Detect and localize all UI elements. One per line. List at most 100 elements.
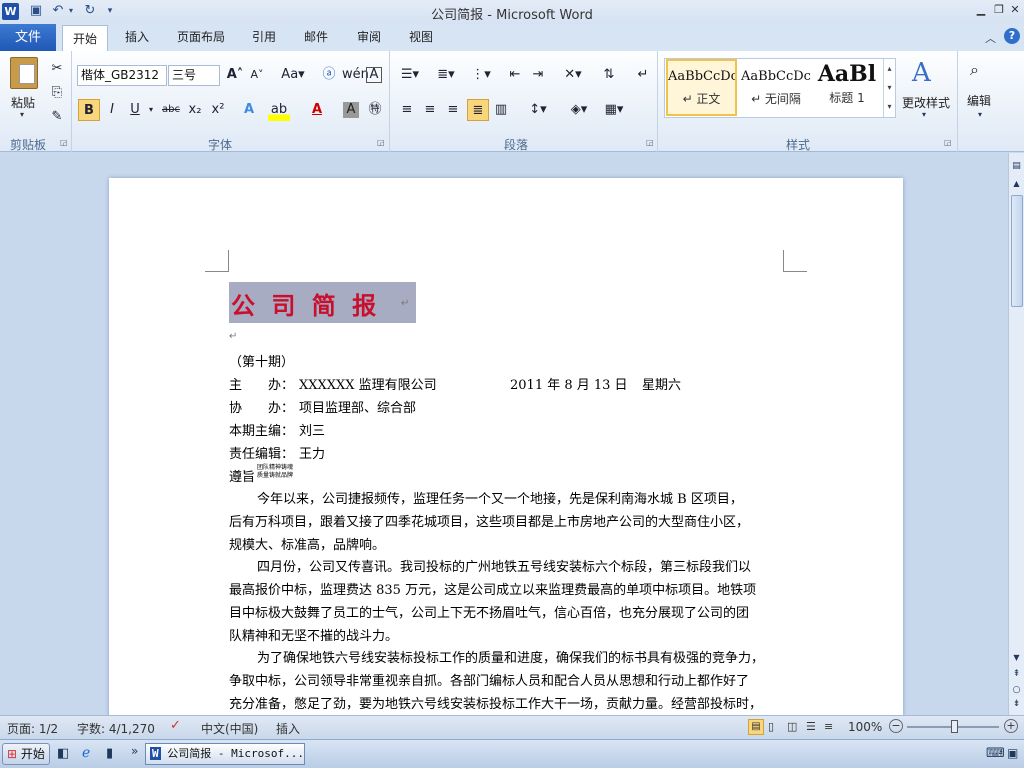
bold-button[interactable]: B (78, 99, 100, 121)
tab-page-layout[interactable]: 页面布局 (169, 24, 233, 51)
justify-icon[interactable]: ≣ (467, 99, 489, 121)
scroll-down-icon[interactable]: ▼ (1011, 653, 1022, 662)
clipboard-launcher-icon[interactable]: ◲ (60, 138, 68, 147)
resp-label[interactable]: 责任编辑： (229, 443, 294, 462)
web-layout-icon[interactable]: ◫ (787, 720, 797, 733)
scroll-up-icon[interactable]: ▲ (1011, 179, 1022, 188)
para2-line3[interactable]: 目中标极大鼓舞了员工的士气，公司上下无不扬眉吐气，信心百倍，也充分展现了公司的团 (229, 602, 749, 621)
align-center-icon[interactable]: ≡ (419, 99, 441, 121)
char-shading-icon[interactable]: A (343, 102, 359, 118)
browse-object-icon[interactable]: ○ (1011, 685, 1022, 695)
tab-mailings[interactable]: 邮件 (295, 24, 337, 51)
print-layout-icon[interactable]: ▤ (748, 719, 764, 735)
para3-line3[interactable]: 充分准备，憋足了劲，要为地铁六号线安装标投标工作大干一场，贡献力量。经营部投标时… (229, 693, 762, 712)
chinese-layout-icon[interactable]: ✕▾ (559, 64, 587, 86)
zoom-in-icon[interactable]: + (1004, 719, 1018, 733)
sort-icon[interactable]: ⇅ (598, 64, 620, 86)
clear-format-icon[interactable]: ⓐ (318, 64, 340, 86)
co-value[interactable]: 项目监理部、综合部 (299, 397, 416, 416)
tab-file[interactable]: 文件 (0, 24, 56, 51)
close-icon[interactable]: ✕ (1006, 2, 1024, 18)
paste-dropdown-icon[interactable]: ▾ (20, 110, 24, 119)
tab-home[interactable]: 开始 (62, 25, 108, 51)
paste-icon[interactable] (10, 57, 38, 89)
char-border-icon[interactable]: A (366, 67, 382, 83)
page-indicator[interactable]: 页面: 1/2 (7, 720, 58, 737)
issue-weekday[interactable]: 星期六 (642, 374, 681, 393)
motto-label[interactable]: 遵旨 (229, 466, 255, 485)
minimize-icon[interactable]: ▁ (972, 2, 990, 18)
editing-dropdown-icon[interactable]: ▾ (978, 110, 982, 119)
prev-page-icon[interactable]: ⇞ (1011, 669, 1022, 679)
insert-mode[interactable]: 插入 (276, 720, 300, 737)
para1-line1[interactable]: 今年以来，公司捷报频传，监理任务一个又一个地接，先是保利南海水城 B 区项目， (257, 488, 743, 507)
borders-icon[interactable]: ▦▾ (600, 99, 628, 121)
zoom-out-icon[interactable]: − (889, 719, 903, 733)
bullets-icon[interactable]: ☰▾ (396, 64, 424, 86)
host-label[interactable]: 主 办： (229, 374, 294, 393)
paste-button[interactable]: 粘贴 (11, 94, 35, 111)
change-styles-button[interactable]: 更改样式 (902, 94, 950, 111)
format-painter-icon[interactable]: ✎ (46, 106, 68, 128)
para3-line2[interactable]: 争取中标，公司领导非常重视亲自抓。各部门编标人员和配合人员从思想和行动上都作好了 (229, 670, 749, 689)
editor-label[interactable]: 本期主编： (229, 420, 294, 439)
font-color-icon[interactable]: A (306, 99, 328, 121)
increase-indent-icon[interactable]: ⇥ (527, 64, 549, 86)
highlight-icon[interactable]: ab (268, 99, 290, 121)
change-styles-dropdown-icon[interactable]: ▾ (922, 110, 926, 119)
copy-icon[interactable]: ⎘ (46, 82, 68, 104)
line-spacing-icon[interactable]: ↕▾ (524, 99, 552, 121)
font-launcher-icon[interactable]: ◲ (377, 138, 385, 147)
multilevel-list-icon[interactable]: ⋮▾ (467, 64, 495, 86)
cut-icon[interactable]: ✂ (46, 58, 68, 80)
para2-line4[interactable]: 队精神和无坚不摧的战斗力。 (229, 625, 398, 644)
keyboard-icon[interactable]: ⌨ (986, 746, 1005, 761)
distributed-icon[interactable]: ▥ (490, 99, 512, 121)
style-heading1[interactable]: AaBl 标题 1 (814, 59, 880, 116)
scroll-thumb[interactable] (1011, 195, 1023, 307)
doc-heading[interactable]: 公 司 简 报 (231, 286, 380, 321)
zoom-level[interactable]: 100% (848, 720, 882, 734)
zoom-slider-thumb[interactable] (951, 720, 958, 733)
reading-view-icon[interactable]: ▯ (768, 720, 774, 733)
superscript-button[interactable]: x² (207, 99, 229, 121)
styles-scroll[interactable]: ▴ ▾ ▾ (883, 59, 895, 117)
word-count[interactable]: 字数: 4/1,270 (77, 720, 155, 737)
document-page[interactable]: 公 司 简 报 ↵ ↵ （第十期） 主 办： XXXXXX 监理有限公司 201… (109, 178, 903, 718)
para2-line2[interactable]: 最高报价中标，监理费达 835 万元，这是公司成立以来监理费最高的单项中标项目。… (229, 579, 756, 598)
style-normal[interactable]: AaBbCcDc ↵ 正文 (666, 59, 737, 116)
enclose-char-icon[interactable]: ㊕ (364, 99, 386, 121)
phonetic-guide-icon[interactable]: wén (342, 64, 369, 86)
underline-dropdown-icon[interactable]: ▾ (146, 99, 156, 121)
editing-button[interactable]: 编辑 (967, 92, 991, 109)
para2-line1[interactable]: 四月份，公司又传喜讯。我司投标的广州地铁五号线安装标六个标段，第三标段我们以 (257, 556, 751, 575)
tray-icon[interactable]: ▣ (1007, 746, 1018, 760)
show-marks-icon[interactable]: ↵ (632, 64, 654, 86)
find-icon[interactable]: ⌕ (970, 60, 979, 80)
vertical-scrollbar[interactable]: ▤ ▲ ▼ ⇞ ○ ⇟ (1008, 153, 1024, 715)
style-no-spacing[interactable]: AaBbCcDc ↵ 无间隔 (740, 59, 812, 116)
para1-line2[interactable]: 后有万科项目，跟着又接了四季花城项目，这些项目都是上市房地产公司的大型商住小区， (229, 511, 749, 530)
quicklaunch-app-icon[interactable]: ▮ (106, 746, 113, 761)
tab-view[interactable]: 视图 (399, 24, 443, 51)
italic-button[interactable]: I (101, 99, 123, 121)
shading-icon[interactable]: ◈▾ (565, 99, 593, 121)
decrease-indent-icon[interactable]: ⇤ (504, 64, 526, 86)
tab-insert[interactable]: 插入 (115, 24, 159, 51)
host-value[interactable]: XXXXXX 监理有限公司 (299, 374, 437, 393)
font-name-combo[interactable]: 楷体_GB2312 (77, 65, 167, 86)
co-label[interactable]: 协 办： (229, 397, 294, 416)
draft-view-icon[interactable]: ≡ (824, 720, 833, 733)
outline-view-icon[interactable]: ☰ (806, 720, 816, 733)
text-effects-icon[interactable]: A (238, 99, 260, 121)
ie-icon[interactable]: ℯ (82, 745, 90, 761)
issue-number[interactable]: （第十期） (229, 351, 294, 370)
proofing-icon[interactable]: ✓ (170, 718, 181, 733)
align-left-icon[interactable]: ≡ (396, 99, 418, 121)
grow-font-icon[interactable]: A˄ (224, 64, 246, 86)
font-size-combo[interactable]: 三号 (168, 65, 220, 86)
motto-text[interactable]: 团队精神铸魂 质量铸就品牌 (257, 464, 293, 480)
para1-line3[interactable]: 规模大、标准高，品牌响。 (229, 534, 385, 553)
help-icon[interactable]: ? (1004, 28, 1020, 44)
shrink-font-icon[interactable]: A˅ (246, 64, 268, 86)
